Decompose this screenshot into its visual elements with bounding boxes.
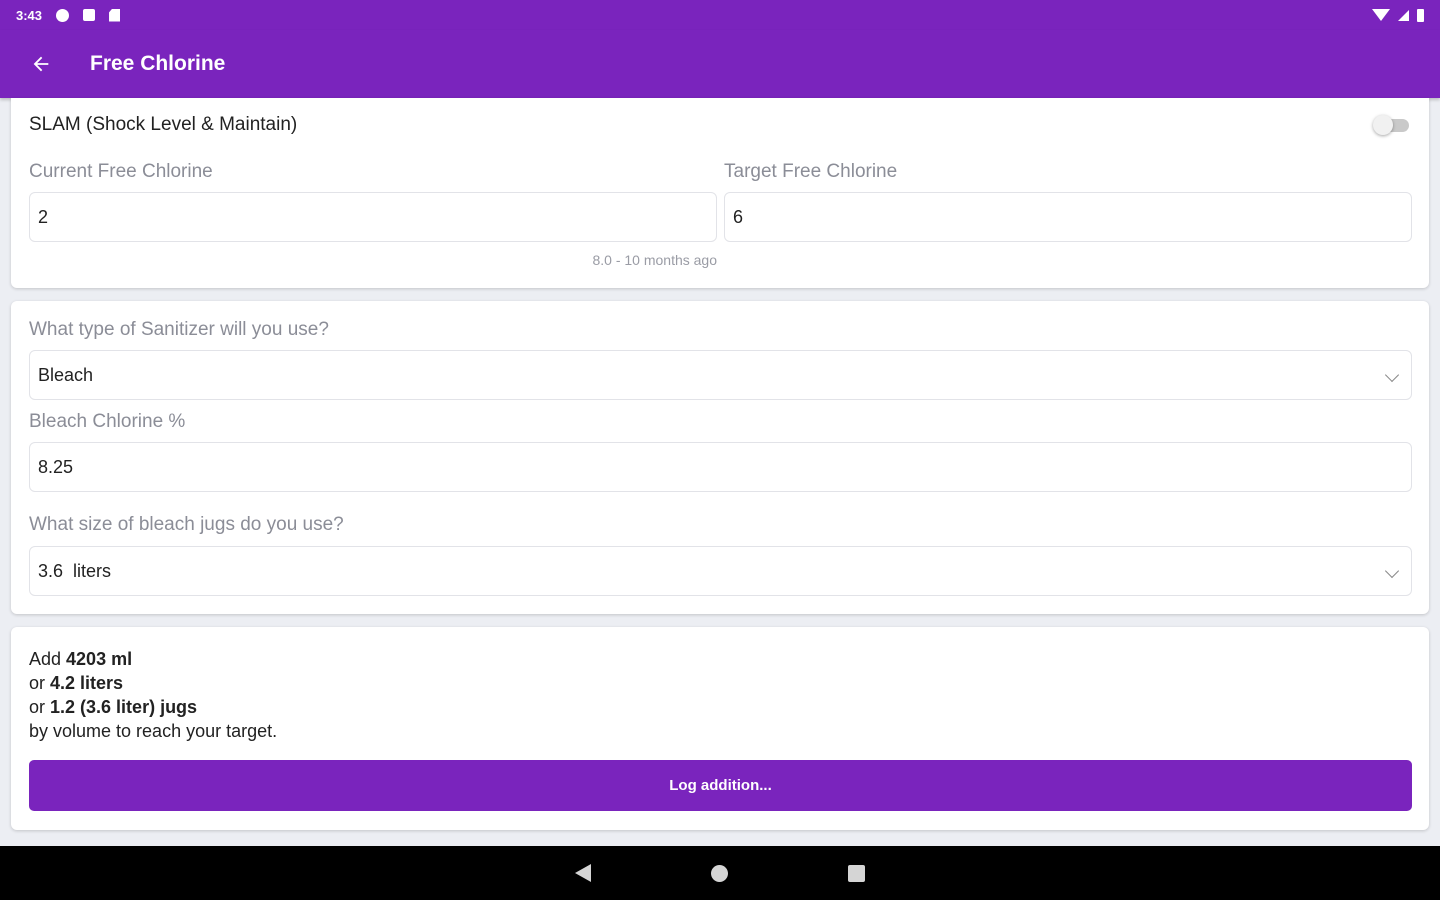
result-text: Add 4203 ml or 4.2 liters or 1.2 (3.6 li… — [29, 647, 277, 743]
result-line-ml: Add 4203 ml — [29, 647, 277, 671]
chlorine-card: SLAM (Shock Level & Maintain) Current Fr… — [11, 98, 1429, 288]
gear-icon — [56, 8, 70, 22]
current-free-chlorine-label: Current Free Chlorine — [29, 161, 213, 182]
result-line-suffix: by volume to reach your target. — [29, 721, 278, 741]
current-free-chlorine-input[interactable]: 2 — [29, 192, 717, 242]
system-nav-bar — [0, 846, 1440, 900]
nav-back-icon[interactable] — [575, 864, 591, 882]
sanitizer-type-select[interactable]: Bleach — [29, 350, 1412, 400]
result-amount-liters: 4.2 liters — [50, 673, 124, 693]
media-icon — [83, 9, 96, 21]
status-right — [1372, 8, 1424, 22]
result-prefix: or — [29, 673, 51, 693]
page-title: Free Chlorine — [90, 52, 226, 75]
bleach-percent-value: 8.25 — [38, 456, 74, 477]
sanitizer-card: What type of Sanitizer will you use? Ble… — [11, 301, 1429, 614]
sd-card-icon — [109, 8, 121, 22]
sanitizer-type-label: What type of Sanitizer will you use? — [29, 319, 329, 340]
chevron-down-icon — [1384, 367, 1400, 383]
last-reading-hint: 8.0 - 10 months ago — [592, 252, 717, 268]
log-addition-button[interactable]: Log addition... — [29, 760, 1412, 811]
current-free-chlorine-value: 2 — [38, 206, 49, 227]
target-free-chlorine-label: Target Free Chlorine — [724, 161, 898, 182]
wifi-icon — [1372, 9, 1390, 21]
battery-icon — [1417, 8, 1424, 22]
jug-size-label: What size of bleach jugs do you use? — [29, 514, 344, 535]
toggle-thumb — [1373, 115, 1393, 135]
jug-size-value: 3.6 liters — [38, 560, 112, 581]
target-free-chlorine-value: 6 — [733, 206, 744, 227]
bleach-percent-input[interactable]: 8.25 — [29, 442, 1412, 492]
back-button[interactable] — [16, 39, 66, 89]
result-amount-jugs: 1.2 (3.6 liter) jugs — [50, 697, 198, 717]
result-amount-ml: 4203 ml — [66, 649, 133, 669]
bleach-percent-label: Bleach Chlorine % — [29, 411, 186, 432]
content-area: SLAM (Shock Level & Maintain) Current Fr… — [0, 98, 1440, 846]
result-prefix: or — [29, 697, 51, 717]
chevron-down-icon — [1384, 563, 1400, 579]
slam-label: SLAM (Shock Level & Maintain) — [29, 114, 298, 135]
result-line-liters: or 4.2 liters — [29, 671, 277, 695]
app-bar: Free Chlorine — [0, 30, 1440, 98]
target-free-chlorine-input[interactable]: 6 — [724, 192, 1412, 242]
nav-recents-icon[interactable] — [848, 864, 865, 882]
arrow-left-icon — [33, 56, 49, 72]
status-bar: 3:43 — [0, 0, 1440, 30]
sanitizer-type-value: Bleach — [38, 364, 94, 385]
result-prefix: Add — [29, 649, 67, 669]
slam-toggle[interactable] — [1373, 115, 1411, 135]
jug-size-select[interactable]: 3.6 liters — [29, 546, 1412, 596]
result-line-jugs: or 1.2 (3.6 liter) jugs — [29, 695, 277, 719]
signal-icon — [1398, 9, 1409, 21]
slam-row: SLAM (Shock Level & Maintain) — [29, 114, 1411, 136]
status-time: 3:43 — [16, 7, 43, 23]
nav-home-icon[interactable] — [711, 864, 728, 882]
result-card: Add 4203 ml or 4.2 liters or 1.2 (3.6 li… — [11, 627, 1429, 830]
status-left: 3:43 — [16, 7, 121, 23]
